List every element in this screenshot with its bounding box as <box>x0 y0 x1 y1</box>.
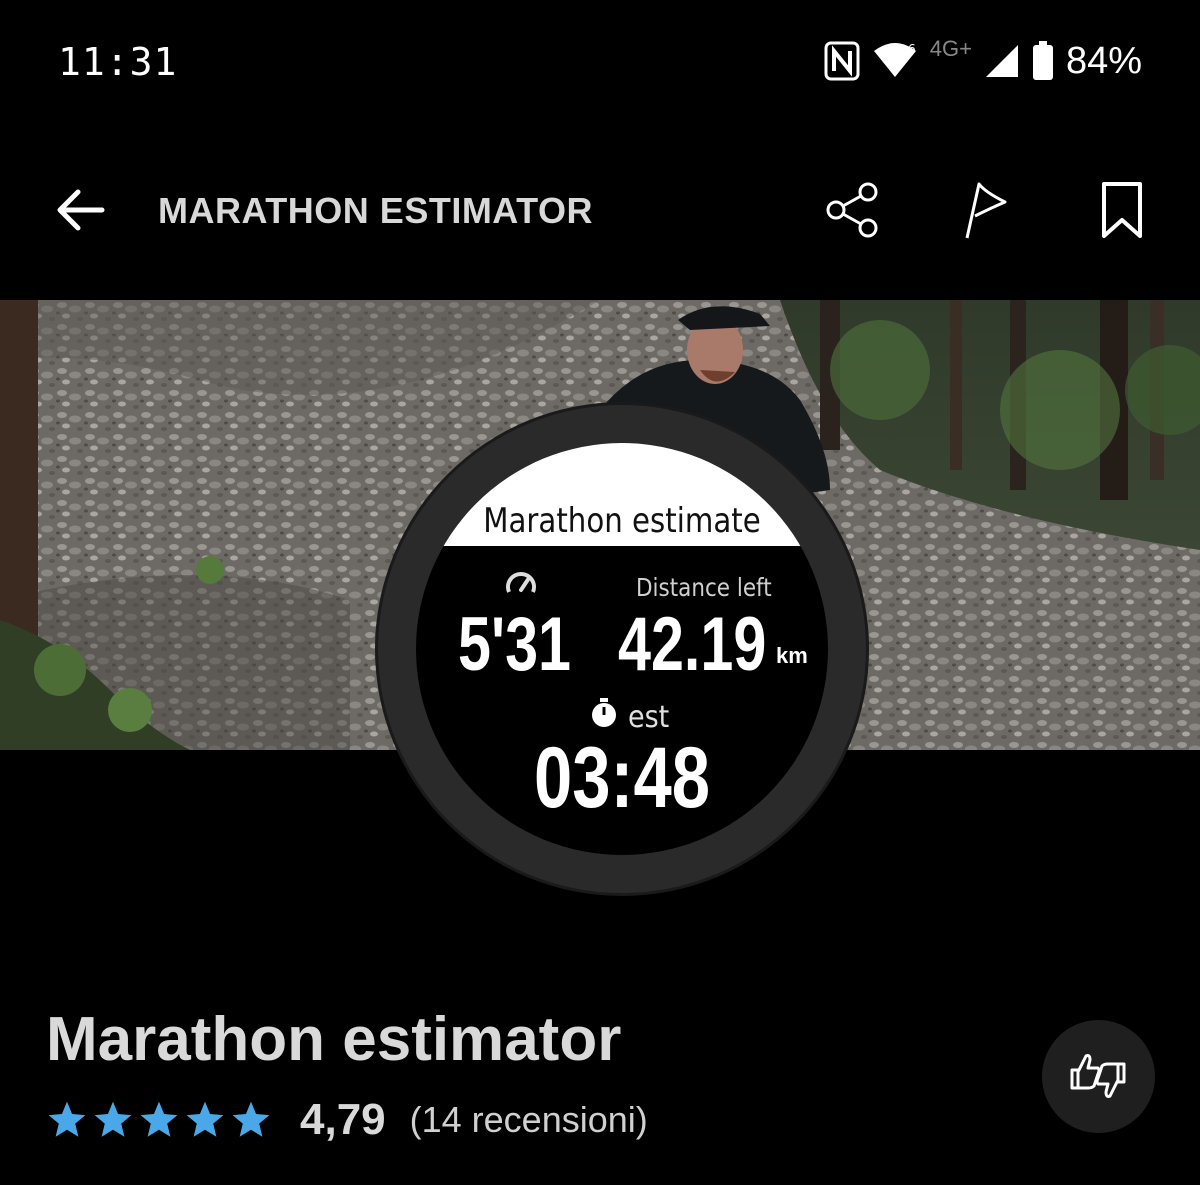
page-title: MARATHON ESTIMATOR <box>158 190 593 231</box>
speedometer-icon <box>504 568 538 603</box>
watch-header-text: Marathon estimate <box>483 501 761 541</box>
back-arrow-icon <box>57 189 105 231</box>
distance-left-label: Distance left <box>636 573 772 602</box>
share-button[interactable] <box>820 178 884 242</box>
flag-icon <box>965 182 1007 239</box>
pace-value: 5'31 <box>458 602 572 687</box>
star-icon <box>140 1101 178 1137</box>
status-time: 11:31 <box>58 40 178 84</box>
app-name: Marathon estimator <box>46 1005 622 1074</box>
network-type-label: 4G+ <box>929 36 972 61</box>
watch-face: Marathon estimate Distance left 5'31 42.… <box>416 443 828 855</box>
rating-row: 4,79 (14 recensioni) <box>46 1090 648 1150</box>
nfc-icon <box>824 41 860 81</box>
cellular-signal-icon <box>984 43 1020 79</box>
distance-unit: km <box>776 643 808 668</box>
status-icons: 6 4G+ 84% <box>824 36 1142 86</box>
reviews-count[interactable]: (14 recensioni) <box>410 1099 648 1141</box>
rating-value: 4,79 <box>300 1095 386 1144</box>
star-icon <box>94 1101 132 1137</box>
bookmark-icon <box>1102 182 1142 238</box>
report-button[interactable] <box>955 178 1019 242</box>
back-button[interactable] <box>50 180 110 240</box>
star-icon <box>186 1101 224 1137</box>
bookmark-button[interactable] <box>1090 178 1154 242</box>
distance-value: 42.19 <box>618 602 767 687</box>
star-icon <box>48 1101 86 1137</box>
app-bar: MARATHON ESTIMATOR <box>0 150 1200 270</box>
battery-icon <box>1032 41 1054 81</box>
thumbs-up-down-icon <box>1070 1054 1126 1098</box>
star-icon <box>232 1101 270 1137</box>
watch-preview: Marathon estimate Distance left 5'31 42.… <box>378 405 866 893</box>
watch-header: Marathon estimate <box>416 443 828 546</box>
estimated-time: 03:48 <box>534 730 710 826</box>
rate-button[interactable] <box>1042 1020 1155 1133</box>
battery-percent: 84% <box>1065 39 1142 82</box>
rating-stars <box>46 1099 272 1141</box>
wifi-icon: 6 <box>872 41 918 81</box>
stopwatch-icon <box>589 698 619 733</box>
status-bar: 11:31 6 4G+ 84% <box>0 0 1200 120</box>
share-icon <box>826 182 878 238</box>
svg-text:6: 6 <box>908 42 916 56</box>
